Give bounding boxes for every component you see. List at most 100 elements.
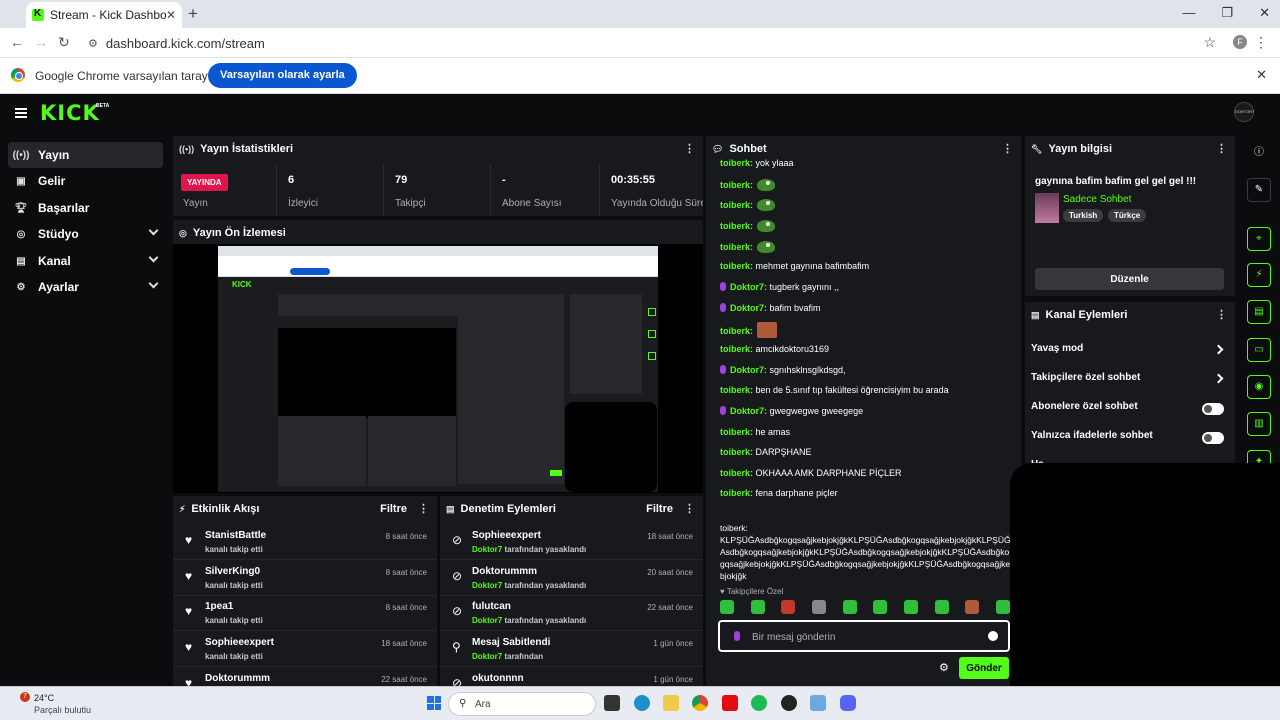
weather-desc[interactable]: Parçalı bulutlu [34,705,91,715]
focus-icon[interactable]: ⌖ [1247,227,1271,251]
chat-username[interactable]: toiberk: [720,221,753,231]
tag-badge: Türkçe [1108,209,1147,222]
site-info-icon[interactable]: ⚙ [88,37,98,50]
emote-icon[interactable] [720,600,734,614]
emote-icon[interactable] [903,600,918,614]
windows-start-icon[interactable] [427,696,441,710]
infobar-close-icon[interactable]: ✕ [1256,67,1267,83]
url-field[interactable]: ⚙ dashboard.kick.com/stream [80,31,1230,55]
sidebar-item-studio[interactable]: ◎ Stüdyo [8,221,163,247]
settings-icon[interactable] [810,695,826,711]
emote-icon[interactable] [842,600,857,614]
emote-icon[interactable] [995,600,1010,614]
pencil-icon[interactable]: ✎ [1247,178,1271,202]
sidebar-item-achievements[interactable]: 🏆︎ Başarılar [8,195,163,221]
minimize-icon[interactable]: — [1182,5,1195,21]
sidebar-item-revenue[interactable]: ▣ Gelir [8,168,163,194]
chat-message: toiberk: fena darphane piçler [720,488,838,498]
browser-tab[interactable]: Stream - Kick Dashboard ✕ [26,2,182,28]
layout-icon[interactable]: ▥ [1247,412,1271,436]
chat-username[interactable]: toiberk: [720,180,753,190]
lightning-icon[interactable]: ⚡︎ [1247,263,1271,287]
chat-username[interactable]: toiberk: [720,242,753,252]
chat-settings-icon[interactable]: ⚙ [939,661,949,674]
chat-username[interactable]: toiberk: [720,261,753,271]
file-explorer-icon[interactable] [663,695,679,711]
spotify-icon[interactable] [751,695,767,711]
chat-username[interactable]: Doktor7: [730,303,767,313]
new-tab-icon[interactable]: + [188,4,198,24]
emote-icon[interactable] [750,600,765,614]
sidebar-item-channel[interactable]: ▤ Kanal [8,248,163,274]
user-avatar[interactable]: DOKTOR7 [1234,102,1254,122]
more-options-icon[interactable]: ⋮ [1216,142,1227,155]
chrome-icon[interactable] [692,695,708,711]
chat-username[interactable]: toiberk: [720,488,753,498]
more-options-icon[interactable]: ⋮ [1216,308,1227,321]
forward-icon[interactable]: → [34,34,48,50]
chat-username[interactable]: toiberk: [720,447,753,457]
chat-username[interactable]: Doktor7: [730,406,767,416]
emote-icon[interactable] [873,600,888,614]
more-options-icon[interactable]: ⋮ [418,502,429,515]
more-options-icon[interactable]: ⋮ [1002,142,1013,155]
slow-mode-row[interactable]: Yavaş mod [1031,343,1226,363]
task-view-icon[interactable] [604,695,620,711]
chat-username[interactable]: toiberk: [720,385,753,395]
chat-username[interactable]: toiberk: [720,468,753,478]
chat-username[interactable]: toiberk: [720,200,753,210]
edit-button[interactable]: Düzenle [1035,268,1224,290]
kick-logo[interactable]: KICK [40,101,100,125]
weather-badge: 7 [20,692,30,702]
back-icon[interactable]: ← [10,34,24,50]
browser-menu-icon[interactable]: ⋮ [1254,34,1268,51]
emoji-icon[interactable] [988,631,998,641]
discord-icon[interactable] [840,695,856,711]
more-options-icon[interactable]: ⋮ [684,502,695,515]
chat-username[interactable]: Doktor7: [730,282,767,292]
chat-input[interactable] [752,628,982,646]
send-button[interactable]: Gönder [959,657,1009,679]
followers-only-row[interactable]: Takipçilere özel sohbet [1031,372,1226,392]
emote-icon[interactable] [965,600,980,614]
sidebar-item-stream[interactable]: ((•)) Yayın [8,142,163,168]
chevron-down-icon[interactable] [148,225,159,236]
bookmark-star-icon[interactable]: ☆ [1203,34,1216,51]
emote-icon[interactable] [811,600,826,614]
document-icon[interactable]: ▤ [1247,300,1271,324]
taskbar-search[interactable]: ⚲ Ara [448,692,596,716]
app-icon[interactable] [781,695,797,711]
chat-username[interactable]: toiberk: [720,158,753,168]
close-window-icon[interactable]: ✕ [1259,5,1270,21]
chat-username[interactable]: toiberk: [720,326,753,336]
chevron-down-icon[interactable] [148,278,159,289]
overlay-block [1010,463,1280,720]
reload-icon[interactable]: ↻ [58,34,70,51]
emote-icon[interactable] [781,600,796,614]
emote-only-toggle[interactable] [1202,432,1224,444]
sidebar-item-settings[interactable]: ⚙ Ayarlar [8,274,163,300]
stat-label: İzleyici [288,198,319,209]
profile-avatar[interactable]: F [1233,35,1247,49]
emote-icon[interactable] [934,600,949,614]
category-name[interactable]: Sadece Sohbet [1063,194,1131,205]
chat-username[interactable]: toiberk: [720,344,753,354]
filter-button[interactable]: Filtre [380,503,407,515]
more-options-icon[interactable]: ⋮ [684,142,695,155]
chat-bubble-icon[interactable]: ▭ [1247,338,1271,362]
netflix-icon[interactable] [722,695,738,711]
edge-icon[interactable] [634,695,650,711]
subscribers-only-toggle[interactable] [1202,403,1224,415]
weather-temp[interactable]: 24°C [34,693,54,703]
info-icon[interactable]: ⓘ [1247,142,1271,166]
set-default-button[interactable]: Varsayılan olarak ayarla [208,63,357,88]
ban-icon: ⊘ [452,533,463,547]
filter-button[interactable]: Filtre [646,503,673,515]
chat-username[interactable]: Doktor7: [730,365,767,375]
close-tab-icon[interactable]: ✕ [166,8,176,22]
broadcast-icon[interactable]: ◉ [1247,375,1271,399]
chat-username[interactable]: toiberk: [720,427,753,437]
chevron-down-icon[interactable] [148,252,159,263]
restore-icon[interactable]: ❐ [1221,5,1233,21]
hamburger-menu-icon[interactable] [15,108,27,118]
